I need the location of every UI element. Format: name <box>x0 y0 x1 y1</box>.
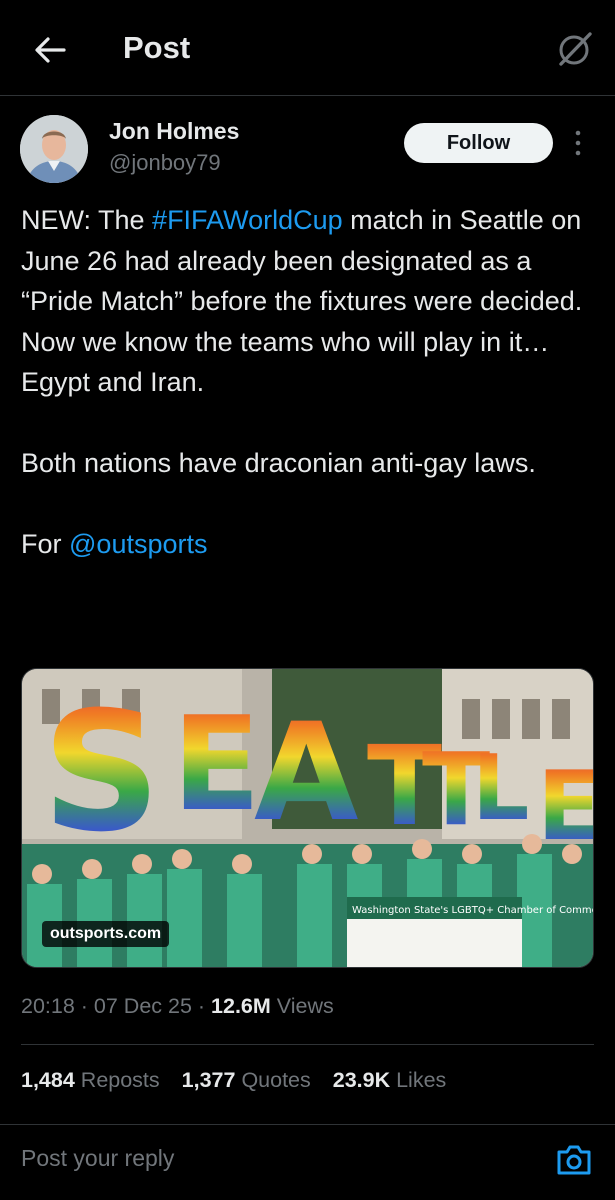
hashtag-link[interactable]: #FIFAWorldCup <box>152 205 343 235</box>
author-handle[interactable]: @jonboy79 <box>109 150 221 176</box>
meta-separator: · <box>191 994 212 1018</box>
grok-icon[interactable] <box>552 26 596 70</box>
follow-button[interactable]: Follow <box>404 123 553 163</box>
camera-icon[interactable] <box>555 1142 593 1178</box>
reposts-count: 1,484 <box>21 1068 75 1092</box>
likes-label: Likes <box>390 1068 447 1092</box>
quotes-count: 1,377 <box>181 1068 236 1092</box>
post-time: 20:18 <box>21 994 75 1018</box>
likes-stat[interactable]: 23.9K Likes <box>333 1068 447 1092</box>
tweet-paragraph: Both nations have draconian anti-gay law… <box>21 448 536 478</box>
views-label: Views <box>270 994 334 1018</box>
likes-count: 23.9K <box>332 1068 391 1092</box>
media-source-label: outsports.com <box>42 921 170 947</box>
top-bar: Post <box>0 0 615 96</box>
arrow-left-icon[interactable] <box>30 30 70 70</box>
author-name[interactable]: Jon Holmes <box>109 118 239 145</box>
reply-bar: Post your reply <box>0 1124 615 1200</box>
tweet-paragraph: NEW: The #FIFAWorldCup match in Seattle … <box>21 200 601 403</box>
tweet-image[interactable]: S E A T T L E Washington State's LGBTQ+ … <box>21 668 594 968</box>
svg-text:E: E <box>172 688 261 840</box>
svg-text:L: L <box>472 736 529 841</box>
page-title: Post <box>123 30 191 65</box>
quotes-label: Quotes <box>235 1068 311 1092</box>
author-row: Jon Holmes @jonboy79 Follow <box>20 112 595 192</box>
avatar[interactable] <box>20 115 88 183</box>
svg-text:E: E <box>537 752 594 862</box>
mention-link[interactable]: @outsports <box>69 529 207 559</box>
reply-input[interactable]: Post your reply <box>21 1145 174 1172</box>
quotes-stat[interactable]: 1,377 Quotes <box>182 1068 311 1092</box>
more-vertical-icon[interactable] <box>571 128 585 158</box>
post-date: 07 Dec 25 <box>93 994 192 1018</box>
meta-separator: · <box>74 994 94 1018</box>
svg-text:A: A <box>254 694 358 851</box>
views-count[interactable]: 12.6M <box>211 994 271 1018</box>
divider <box>21 1044 594 1045</box>
svg-text:S: S <box>42 676 161 868</box>
engagement-stats: 1,484 Reposts 1,377 Quotes 23.9K Likes <box>21 1068 462 1093</box>
tweet-text-segment: For <box>21 529 70 559</box>
svg-text:Washington State's LGBTQ+ Cham: Washington State's LGBTQ+ Chamber of Com… <box>352 905 594 916</box>
reposts-label: Reposts <box>74 1068 160 1092</box>
reposts-stat[interactable]: 1,484 Reposts <box>21 1068 160 1092</box>
tweet-text-segment: NEW: The <box>21 205 153 235</box>
post-meta: 20:18 · 07 Dec 25 · 12.6M Views <box>21 994 334 1019</box>
tweet-text: NEW: The #FIFAWorldCup match in Seattle … <box>21 200 601 565</box>
tweet-paragraph: For @outsports <box>21 524 601 565</box>
